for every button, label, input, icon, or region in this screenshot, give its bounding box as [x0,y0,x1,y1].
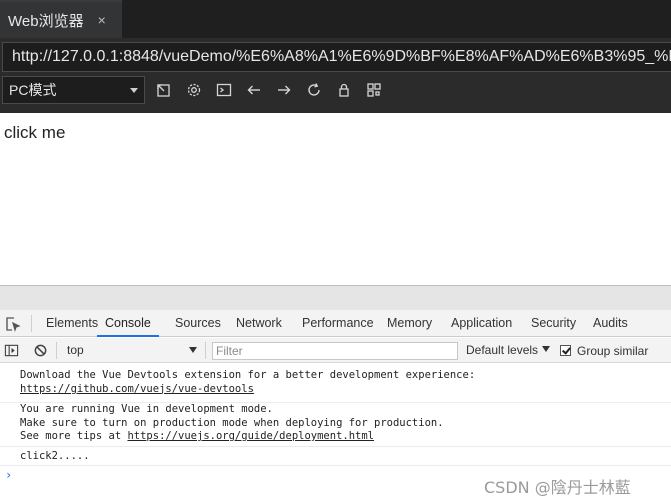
console-prompt-icon[interactable]: › [5,468,12,482]
open-external-icon[interactable] [154,80,174,100]
context-select-value: top [67,343,84,357]
page-viewport: click me [0,113,671,285]
context-select[interactable]: top [62,342,200,359]
tab-elements[interactable]: Elements [46,310,98,337]
console-message-text: click2..... [20,450,90,462]
tab-memory[interactable]: Memory [387,310,432,337]
devtools-tab-bar: Elements Console Sources Network Perform… [0,310,671,337]
back-icon[interactable] [244,80,264,100]
show-sidebar-icon[interactable] [4,343,19,358]
console-icon[interactable] [214,80,234,100]
lock-icon[interactable] [334,80,354,100]
console-message-text: See more tips at [20,430,128,442]
vue-devtools-link[interactable]: https://github.com/vuejs/vue-devtools [20,383,254,395]
chevron-down-icon [189,347,197,353]
click-me-button[interactable]: click me [4,123,65,143]
deployment-guide-link[interactable]: https://vuejs.org/guide/deployment.html [127,430,374,442]
tab-title: Web浏览器 [8,12,84,30]
url-input[interactable]: http://127.0.0.1:8848/vueDemo/%E6%A8%A1%… [2,42,671,72]
divider [205,342,206,359]
console-message: You are running Vue in development mode.… [0,403,671,447]
qr-code-icon[interactable] [364,80,384,100]
tab-network[interactable]: Network [236,310,282,337]
tab-close-icon[interactable]: × [98,12,106,28]
console-message: click2..... [0,450,671,466]
forward-icon[interactable] [274,80,294,100]
group-similar-checkbox[interactable] [560,345,571,356]
console-toolbar: top Default levels Group similar [0,338,671,363]
group-similar-label: Group similar [577,343,649,358]
tab-audits[interactable]: Audits [593,310,628,337]
mode-select-value: PC模式 [9,82,57,98]
tab-performance[interactable]: Performance [302,310,374,337]
log-levels-label: Default levels [466,343,539,357]
clear-console-icon[interactable] [33,343,48,358]
divider [31,315,32,332]
tab-bar: Web浏览器 × [0,0,671,38]
chevron-down-icon [542,346,551,352]
browser-chrome: Web浏览器 × http://127.0.0.1:8848/vueDemo/%… [0,0,671,113]
console-message-text: Download the Vue Devtools extension for … [20,369,476,381]
log-levels-dropdown[interactable]: Default levels [466,342,551,359]
refresh-icon[interactable] [304,80,324,100]
browser-toolbar: PC模式 [0,76,671,106]
console-message-text: You are running Vue in development mode. [20,403,273,415]
settings-icon[interactable] [184,80,204,100]
tab-security[interactable]: Security [531,310,576,337]
browser-tab[interactable]: Web浏览器 × [0,0,122,38]
chevron-down-icon [130,88,138,93]
console-message: Download the Vue Devtools extension for … [0,369,671,403]
devtools-resize-handle[interactable] [0,285,671,310]
filter-input[interactable] [212,342,458,360]
mode-select[interactable]: PC模式 [2,76,145,104]
divider [56,342,57,359]
tab-application[interactable]: Application [451,310,512,337]
tab-sources[interactable]: Sources [175,310,221,337]
group-similar-toggle[interactable]: Group similar [560,343,648,358]
inspect-element-icon[interactable] [5,316,21,332]
watermark: CSDN @陰丹士林藍 [484,478,631,497]
tab-console[interactable]: Console [97,310,159,337]
console-message-text: Make sure to turn on production mode whe… [20,416,444,429]
